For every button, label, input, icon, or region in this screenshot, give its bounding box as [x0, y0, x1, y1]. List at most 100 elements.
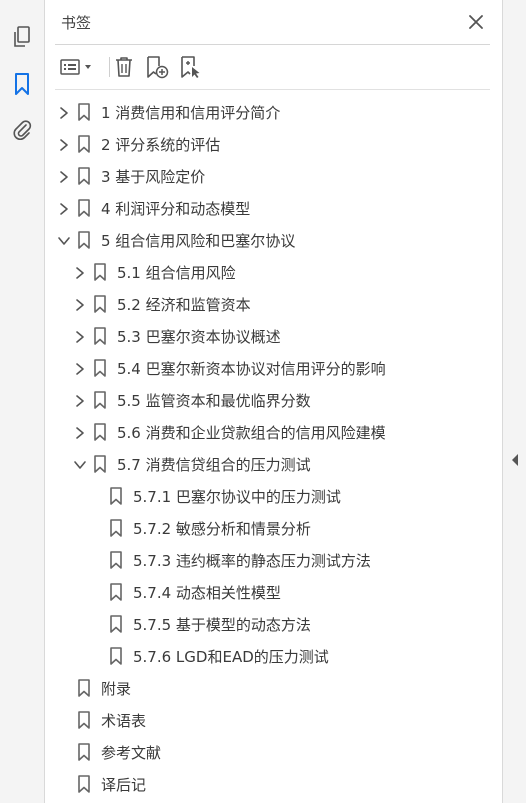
bookmark-item[interactable]: 5.6 消费和企业贷款组合的信用风险建模 [45, 416, 502, 448]
bookmark-item[interactable]: 2 评分系统的评估 [45, 128, 502, 160]
bookmark-icon [93, 327, 107, 345]
bookmark-item[interactable]: 5.7.2 敏感分析和情景分析 [45, 512, 502, 544]
bookmark-item[interactable]: 5.7 消费信贷组合的压力测试 [45, 448, 502, 480]
triangle-left-icon [512, 454, 518, 466]
bookmark-label: 5.7.1 巴塞尔协议中的压力测试 [133, 488, 341, 506]
bookmark-icon [93, 423, 107, 441]
bookmark-item[interactable]: 1 消费信用和信用评分简介 [45, 96, 502, 128]
bookmark-item[interactable]: 译后记 [45, 768, 502, 800]
bookmarks-toolbar [45, 50, 502, 84]
bookmark-label: 译后记 [101, 776, 147, 794]
bookmark-icon [15, 73, 29, 95]
bookmark-item[interactable]: 5.7.6 LGD和EAD的压力测试 [45, 640, 502, 672]
bookmark-icon [109, 647, 123, 665]
new-bookmark-icon [147, 56, 169, 79]
bookmark-icon [77, 679, 91, 697]
bookmark-icon [93, 263, 107, 281]
bookmark-label: 术语表 [101, 712, 147, 730]
bookmark-icon [77, 167, 91, 185]
new-bookmark-button[interactable] [143, 53, 171, 81]
expand-toggle[interactable] [57, 105, 71, 119]
bookmark-item[interactable]: 5.2 经济和监管资本 [45, 288, 502, 320]
bookmark-icon [77, 103, 91, 121]
bookmark-item[interactable]: 3 基于风险定价 [45, 160, 502, 192]
expand-toggle[interactable] [57, 201, 71, 215]
delete-icon [116, 57, 132, 77]
bookmark-icon [93, 295, 107, 313]
bookmark-label: 5.7.2 敏感分析和情景分析 [133, 520, 311, 538]
bookmark-item[interactable]: 5.1 组合信用风险 [45, 256, 502, 288]
expand-toggle[interactable] [57, 233, 71, 247]
collapse-panel-handle[interactable] [511, 452, 519, 466]
bookmark-item[interactable]: 5 组合信用风险和巴塞尔协议 [45, 224, 502, 256]
bookmark-item[interactable]: 附录 [45, 672, 502, 704]
options-menu-icon [60, 59, 91, 75]
bookmark-label: 5.7.3 违约概率的静态压力测试方法 [133, 552, 371, 570]
close-icon [469, 15, 483, 29]
chevron-right-icon [76, 427, 84, 439]
attachment-icon [13, 120, 32, 140]
bookmark-label: 5.4 巴塞尔新资本协议对信用评分的影响 [117, 360, 386, 378]
chevron-right-icon [76, 395, 84, 407]
expand-toggle[interactable] [57, 169, 71, 183]
delete-bookmark-button[interactable] [111, 53, 137, 81]
bookmark-label: 5 组合信用风险和巴塞尔协议 [101, 232, 296, 250]
bookmark-item[interactable]: 术语表 [45, 704, 502, 736]
document-edge [502, 0, 526, 803]
panel-header: 书签 [45, 0, 502, 44]
header-divider [55, 44, 490, 45]
bookmarks-button[interactable] [7, 69, 37, 99]
panel-title: 书签 [61, 14, 92, 32]
bookmark-item[interactable]: 4 利润评分和动态模型 [45, 192, 502, 224]
chevron-right-icon [76, 299, 84, 311]
toolbar-divider [109, 57, 110, 77]
bookmark-icon [77, 199, 91, 217]
chevron-right-icon [60, 107, 68, 119]
bookmark-item[interactable]: 5.7.1 巴塞尔协议中的压力测试 [45, 480, 502, 512]
expand-toggle[interactable] [73, 265, 87, 279]
bookmark-item[interactable]: 5.3 巴塞尔资本协议概述 [45, 320, 502, 352]
bookmark-item[interactable]: 5.7.4 动态相关性模型 [45, 576, 502, 608]
bookmark-icon [109, 583, 123, 601]
options-menu-button[interactable] [59, 53, 97, 81]
new-bookmark-from-structure-icon [181, 56, 200, 78]
expand-toggle[interactable] [73, 457, 87, 471]
left-navigation-rail [0, 0, 45, 803]
bookmark-label: 5.7.4 动态相关性模型 [133, 584, 281, 602]
bookmark-item[interactable]: 5.7.3 违约概率的静态压力测试方法 [45, 544, 502, 576]
chevron-right-icon [60, 203, 68, 215]
bookmark-item[interactable]: 5.7.5 基于模型的动态方法 [45, 608, 502, 640]
bookmark-label: 5.1 组合信用风险 [117, 264, 236, 282]
bookmark-icon [109, 519, 123, 537]
bookmark-label: 5.7.6 LGD和EAD的压力测试 [133, 648, 329, 666]
toolbar-divider-bottom [55, 89, 490, 90]
expand-toggle[interactable] [73, 329, 87, 343]
bookmark-label: 5.7 消费信贷组合的压力测试 [117, 456, 311, 474]
bookmark-item[interactable]: 5.5 监管资本和最优临界分数 [45, 384, 502, 416]
chevron-down-icon [58, 237, 70, 245]
new-bookmark-from-structure-button[interactable] [177, 53, 205, 81]
bookmark-label: 5.2 经济和监管资本 [117, 296, 251, 314]
chevron-right-icon [60, 139, 68, 151]
attachments-button[interactable] [7, 115, 37, 145]
bookmark-label: 5.6 消费和企业贷款组合的信用风险建模 [117, 424, 386, 442]
expand-toggle[interactable] [73, 425, 87, 439]
bookmark-icon [93, 455, 107, 473]
close-panel-button[interactable] [464, 10, 488, 34]
bookmark-item[interactable]: 5.4 巴塞尔新资本协议对信用评分的影响 [45, 352, 502, 384]
bookmark-item[interactable]: 参考文献 [45, 736, 502, 768]
expand-toggle[interactable] [73, 393, 87, 407]
bookmark-icon [109, 487, 123, 505]
bookmark-label: 3 基于风险定价 [101, 168, 206, 186]
bookmark-label: 4 利润评分和动态模型 [101, 200, 251, 218]
bookmark-label: 1 消费信用和信用评分简介 [101, 104, 281, 122]
expand-toggle[interactable] [73, 361, 87, 375]
bookmark-label: 2 评分系统的评估 [101, 136, 221, 154]
expand-toggle[interactable] [57, 137, 71, 151]
chevron-right-icon [76, 267, 84, 279]
expand-toggle[interactable] [73, 297, 87, 311]
page-thumbnails-button[interactable] [7, 22, 37, 52]
pages-icon [14, 26, 30, 47]
chevron-right-icon [76, 363, 84, 375]
bookmark-label: 5.5 监管资本和最优临界分数 [117, 392, 311, 410]
